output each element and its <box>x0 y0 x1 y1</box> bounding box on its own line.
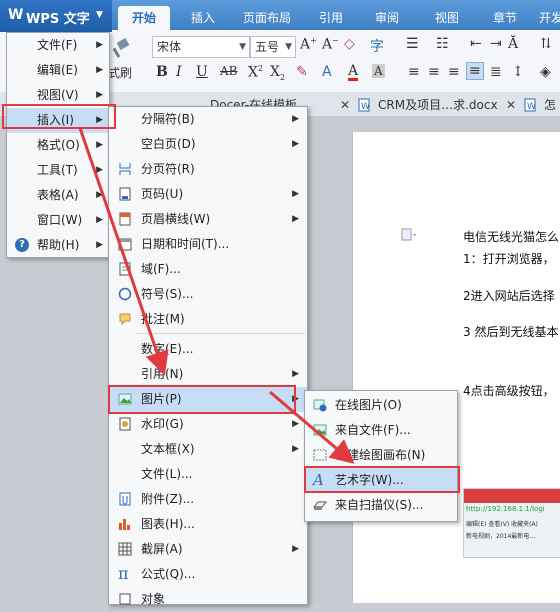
annotation-arrows <box>78 127 355 464</box>
watermark-url: jingyan.baidu.com <box>444 592 518 601</box>
arrow-to-wordart <box>269 390 355 464</box>
arrow-to-picture <box>78 127 169 376</box>
